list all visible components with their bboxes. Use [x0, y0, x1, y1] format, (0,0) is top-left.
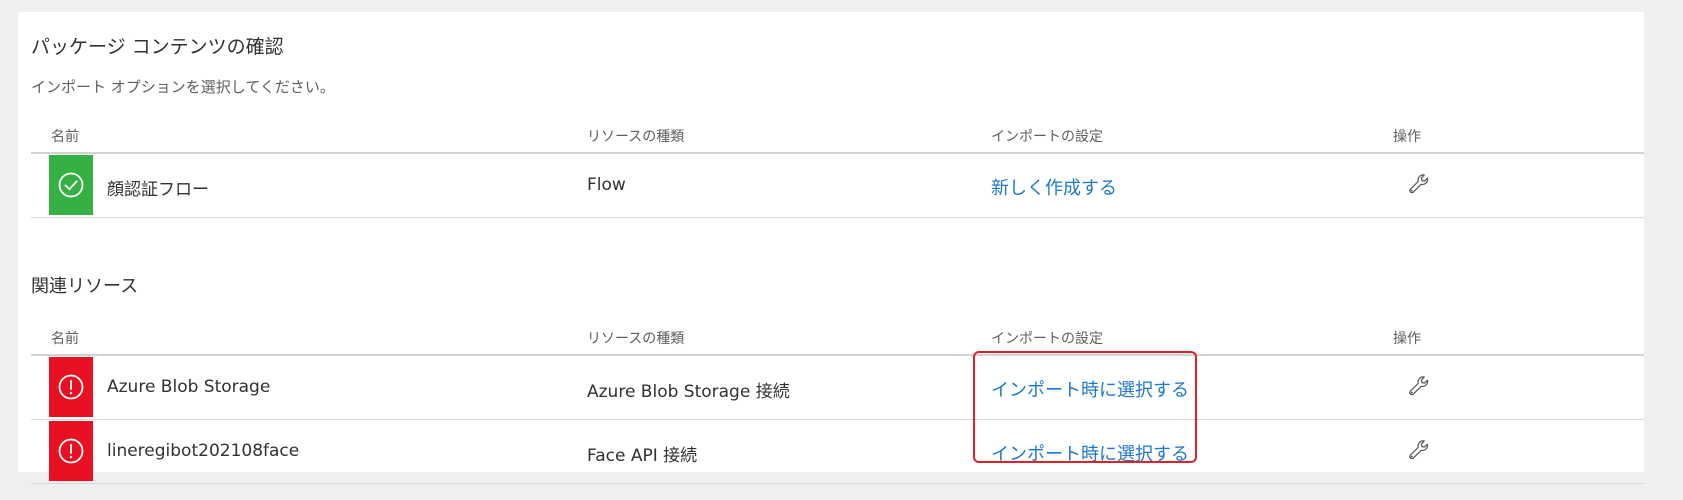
resource-name: 顔認証フロー: [107, 180, 209, 200]
wrench-icon[interactable]: [1407, 172, 1431, 196]
related-resources-table: 名前 リソースの種類 インポートの設定 操作 Azure Blob Storag…: [31, 314, 1644, 484]
status-error-badge: [49, 421, 93, 481]
resource-type: Azure Blob Storage 接続: [587, 382, 790, 402]
package-contents-table: 名前 リソースの種類 インポートの設定 操作 顔認証フロー Flow 新しく作成…: [31, 112, 1644, 218]
page-subtitle: インポート オプションを選択してください。: [31, 78, 335, 96]
related-resources-title: 関連リソース: [31, 276, 139, 297]
column-header-import-setting[interactable]: インポートの設定: [991, 328, 1103, 348]
column-header-name[interactable]: 名前: [51, 126, 79, 146]
alert-circle-icon: [58, 438, 84, 464]
table-header: 名前 リソースの種類 インポートの設定 操作: [31, 112, 1644, 154]
wrench-icon[interactable]: [1407, 374, 1431, 398]
check-circle-icon: [58, 172, 84, 198]
resource-type: Face API 接続: [587, 446, 698, 466]
column-header-resource-type[interactable]: リソースの種類: [587, 126, 684, 146]
resource-name: lineregibot202108face: [107, 441, 300, 461]
status-error-badge: [49, 357, 93, 417]
table-row[interactable]: 顔認証フロー Flow 新しく作成する: [31, 154, 1644, 218]
column-header-name[interactable]: 名前: [51, 328, 79, 348]
column-header-action: 操作: [1393, 331, 1421, 347]
wrench-icon[interactable]: [1407, 438, 1431, 462]
status-success-badge: [49, 155, 93, 215]
table-header: 名前 リソースの種類 インポートの設定 操作: [31, 314, 1644, 356]
table-row[interactable]: Azure Blob Storage Azure Blob Storage 接続…: [31, 356, 1644, 420]
annotation-highlight-box: [973, 351, 1197, 463]
import-setting-link[interactable]: 新しく作成する: [991, 174, 1117, 200]
package-review-panel: パッケージ コンテンツの確認 インポート オプションを選択してください。 名前 …: [18, 12, 1644, 484]
page-title: パッケージ コンテンツの確認: [31, 36, 284, 58]
resource-type: Flow: [587, 175, 626, 195]
column-header-action: 操作: [1393, 129, 1421, 145]
resource-name: Azure Blob Storage: [107, 377, 271, 397]
column-header-import-setting[interactable]: インポートの設定: [991, 126, 1103, 146]
alert-circle-icon: [58, 374, 84, 400]
column-header-resource-type[interactable]: リソースの種類: [587, 328, 684, 348]
table-row[interactable]: lineregibot202108face Face API 接続 インポート時…: [31, 420, 1644, 484]
